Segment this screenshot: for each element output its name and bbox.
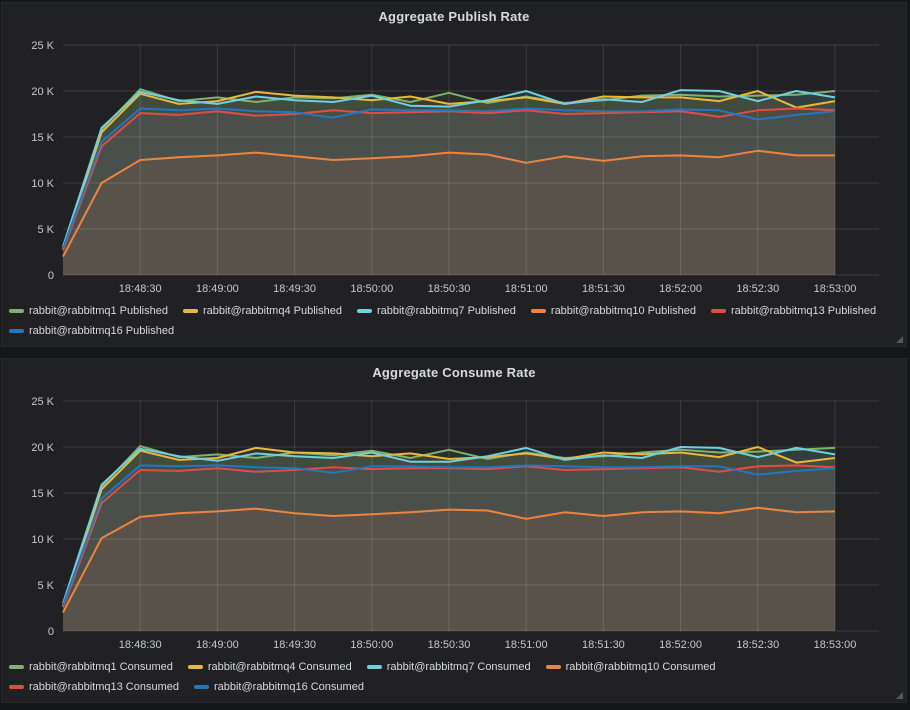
legend-series-swatch-icon — [9, 665, 24, 669]
legend-item[interactable]: rabbit@rabbitmq4 Published — [183, 302, 342, 319]
panel-aggregate-consume-rate: Aggregate Consume Rate 05 K10 K15 K20 K2… — [1, 358, 907, 703]
x-axis-tick-label: 18:52:00 — [659, 283, 702, 295]
legend-item[interactable]: rabbit@rabbitmq10 Consumed — [546, 658, 716, 675]
x-axis-tick-label: 18:51:30 — [582, 283, 625, 295]
x-axis-tick-label: 18:51:00 — [505, 283, 548, 295]
x-axis-tick-label: 18:51:00 — [505, 639, 548, 651]
legend-series-label: rabbit@rabbitmq7 Consumed — [387, 661, 531, 673]
legend-item[interactable]: rabbit@rabbitmq10 Published — [531, 302, 696, 319]
x-axis-tick-label: 18:52:00 — [659, 639, 702, 651]
x-axis-tick-label: 18:50:30 — [428, 639, 471, 651]
x-axis-tick-label: 18:48:30 — [119, 639, 162, 651]
y-axis-tick-label: 25 K — [31, 40, 54, 52]
y-axis-tick-label: 10 K — [31, 178, 54, 190]
legend-item[interactable]: rabbit@rabbitmq16 Consumed — [194, 678, 364, 695]
legend-series-swatch-icon — [357, 309, 372, 313]
legend-series-swatch-icon — [188, 665, 203, 669]
legend-series-label: rabbit@rabbitmq10 Consumed — [566, 661, 716, 673]
x-axis-tick-label: 18:50:30 — [428, 283, 471, 295]
legend-series-label: rabbit@rabbitmq13 Consumed — [29, 681, 179, 693]
legend-series-label: rabbit@rabbitmq1 Consumed — [29, 661, 173, 673]
legend-series-label: rabbit@rabbitmq13 Published — [731, 305, 876, 317]
x-axis-tick-label: 18:50:00 — [350, 283, 393, 295]
chart-legend: rabbit@rabbitmq1 Published rabbit@rabbitm… — [9, 302, 892, 339]
legend-item[interactable]: rabbit@rabbitmq16 Published — [9, 322, 174, 339]
legend-series-label: rabbit@rabbitmq16 Consumed — [214, 681, 364, 693]
legend-series-swatch-icon — [194, 685, 209, 689]
x-axis-tick-label: 18:49:00 — [196, 283, 239, 295]
y-axis-tick-label: 20 K — [31, 442, 54, 454]
time-series-chart[interactable]: 0 5 K 10 K 15 K 20 K 25 K 18:48:30 18:49:00 18:4… — [2, 359, 906, 657]
y-axis-tick-label: 5 K — [37, 580, 54, 592]
legend-series-swatch-icon — [9, 685, 24, 689]
x-axis-tick-label: 18:53:00 — [814, 639, 857, 651]
legend-item[interactable]: rabbit@rabbitmq4 Consumed — [188, 658, 352, 675]
y-axis-tick-label: 15 K — [31, 488, 54, 500]
legend-series-label: rabbit@rabbitmq4 Consumed — [208, 661, 352, 673]
x-axis-tick-label: 18:49:30 — [273, 639, 316, 651]
panel-resize-handle-icon[interactable] — [896, 692, 903, 699]
legend-item[interactable]: rabbit@rabbitmq1 Consumed — [9, 658, 173, 675]
x-axis-tick-label: 18:52:30 — [736, 639, 779, 651]
y-axis-tick-label: 5 K — [37, 224, 54, 236]
y-axis-tick-label: 10 K — [31, 534, 54, 546]
legend-item[interactable]: rabbit@rabbitmq7 Published — [357, 302, 516, 319]
y-axis-tick-label: 0 — [48, 270, 54, 282]
legend-series-swatch-icon — [9, 329, 24, 333]
legend-series-swatch-icon — [546, 665, 561, 669]
legend-series-label: rabbit@rabbitmq16 Published — [29, 325, 174, 337]
legend-series-label: rabbit@rabbitmq10 Published — [551, 305, 696, 317]
x-axis-tick-label: 18:51:30 — [582, 639, 625, 651]
legend-item[interactable]: rabbit@rabbitmq13 Published — [711, 302, 876, 319]
legend-series-label: rabbit@rabbitmq4 Published — [203, 305, 342, 317]
x-axis-tick-label: 18:48:30 — [119, 283, 162, 295]
x-axis-tick-label: 18:53:00 — [814, 283, 857, 295]
y-axis-tick-label: 20 K — [31, 86, 54, 98]
legend-item[interactable]: rabbit@rabbitmq7 Consumed — [367, 658, 531, 675]
x-axis-tick-label: 18:52:30 — [736, 283, 779, 295]
time-series-chart[interactable]: 0 5 K 10 K 15 K 20 K 25 K 18:48:30 18:49:00 18:4… — [2, 3, 906, 301]
x-axis-tick-label: 18:49:30 — [273, 283, 316, 295]
y-axis-tick-label: 15 K — [31, 132, 54, 144]
panel-resize-handle-icon[interactable] — [896, 336, 903, 343]
chart-legend: rabbit@rabbitmq1 Consumed rabbit@rabbitmq… — [9, 658, 892, 695]
y-axis-tick-label: 0 — [48, 626, 54, 638]
y-axis-tick-label: 25 K — [31, 396, 54, 408]
legend-series-swatch-icon — [9, 309, 24, 313]
legend-item[interactable]: rabbit@rabbitmq13 Consumed — [9, 678, 179, 695]
legend-item[interactable]: rabbit@rabbitmq1 Published — [9, 302, 168, 319]
legend-series-swatch-icon — [183, 309, 198, 313]
legend-series-label: rabbit@rabbitmq1 Published — [29, 305, 168, 317]
legend-series-swatch-icon — [367, 665, 382, 669]
legend-series-label: rabbit@rabbitmq7 Published — [377, 305, 516, 317]
x-axis-tick-label: 18:49:00 — [196, 639, 239, 651]
panel-aggregate-publish-rate: Aggregate Publish Rate 05 K10 K15 K20 K2… — [1, 2, 907, 347]
legend-series-swatch-icon — [531, 309, 546, 313]
x-axis-tick-label: 18:50:00 — [350, 639, 393, 651]
legend-series-swatch-icon — [711, 309, 726, 313]
